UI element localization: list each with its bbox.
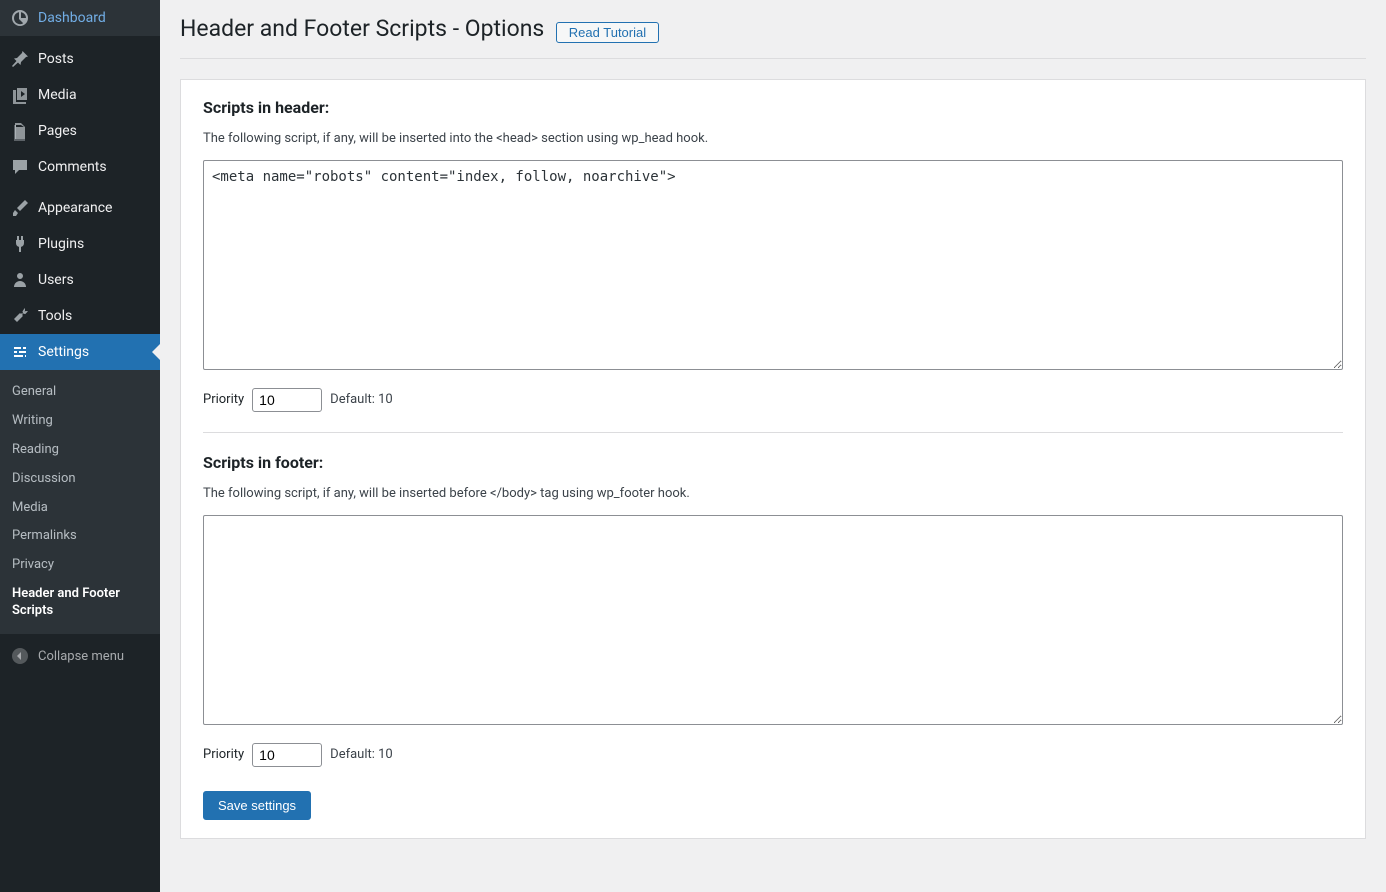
sidebar-item-media[interactable]: Media (0, 77, 160, 113)
submenu-item-writing[interactable]: Writing (0, 407, 160, 436)
sidebar-item-dashboard[interactable]: Dashboard (0, 0, 160, 36)
save-settings-button[interactable]: Save settings (203, 791, 311, 820)
footer-priority-default: Default: 10 (330, 747, 393, 762)
sidebar-item-label: Dashboard (38, 10, 106, 26)
submenu-item-permalinks[interactable]: Permalinks (0, 522, 160, 551)
sidebar-item-tools[interactable]: Tools (0, 298, 160, 334)
brush-icon (10, 198, 30, 218)
collapse-menu[interactable]: Collapse menu (0, 638, 160, 674)
header-scripts-heading: Scripts in header: (203, 98, 1343, 117)
pages-icon (10, 121, 30, 141)
sidebar-item-posts[interactable]: Posts (0, 41, 160, 77)
submenu-item-privacy[interactable]: Privacy (0, 551, 160, 580)
footer-priority-label: Priority (203, 747, 244, 762)
sidebar-item-settings[interactable]: Settings (0, 334, 160, 370)
page-title: Header and Footer Scripts - Options (180, 15, 544, 42)
sidebar-item-label: Plugins (38, 236, 84, 252)
submenu-item-media[interactable]: Media (0, 494, 160, 523)
plug-icon (10, 234, 30, 254)
sidebar-item-label: Comments (38, 159, 107, 175)
admin-sidebar: Dashboard Posts Media Pages Comments App… (0, 0, 160, 892)
submenu-item-discussion[interactable]: Discussion (0, 465, 160, 494)
sidebar-item-users[interactable]: Users (0, 262, 160, 298)
sidebar-item-comments[interactable]: Comments (0, 149, 160, 185)
settings-submenu: General Writing Reading Discussion Media… (0, 370, 160, 634)
sidebar-item-label: Users (38, 272, 74, 288)
settings-panel: Scripts in header: The following script,… (180, 79, 1366, 839)
submenu-item-reading[interactable]: Reading (0, 436, 160, 465)
sidebar-item-label: Appearance (38, 200, 112, 216)
sidebar-item-plugins[interactable]: Plugins (0, 226, 160, 262)
footer-priority-input[interactable] (252, 743, 322, 767)
sidebar-item-appearance[interactable]: Appearance (0, 190, 160, 226)
submenu-item-general[interactable]: General (0, 378, 160, 407)
submenu-item-header-footer-scripts[interactable]: Header and Footer Scripts (0, 580, 160, 626)
sidebar-item-pages[interactable]: Pages (0, 113, 160, 149)
footer-scripts-textarea[interactable] (203, 515, 1343, 725)
footer-scripts-description: The following script, if any, will be in… (203, 486, 1343, 501)
collapse-icon (10, 646, 30, 666)
main-content: Header and Footer Scripts - Options Read… (160, 0, 1386, 892)
pin-icon (10, 49, 30, 69)
collapse-menu-label: Collapse menu (38, 649, 124, 664)
header-priority-row: Priority Default: 10 (203, 388, 1343, 412)
header-priority-input[interactable] (252, 388, 322, 412)
header-scripts-description: The following script, if any, will be in… (203, 131, 1343, 146)
dashboard-icon (10, 8, 30, 28)
sidebar-item-label: Posts (38, 51, 74, 67)
page-header: Header and Footer Scripts - Options Read… (180, 0, 1366, 59)
read-tutorial-button[interactable]: Read Tutorial (556, 22, 659, 43)
wrench-icon (10, 306, 30, 326)
user-icon (10, 270, 30, 290)
comment-icon (10, 157, 30, 177)
section-divider (203, 432, 1343, 433)
footer-priority-row: Priority Default: 10 (203, 743, 1343, 767)
header-priority-label: Priority (203, 392, 244, 407)
media-icon (10, 85, 30, 105)
sidebar-item-label: Tools (38, 308, 72, 324)
footer-scripts-heading: Scripts in footer: (203, 453, 1343, 472)
header-priority-default: Default: 10 (330, 392, 393, 407)
sidebar-item-label: Pages (38, 123, 77, 139)
sidebar-item-label: Media (38, 87, 77, 103)
header-scripts-textarea[interactable] (203, 160, 1343, 370)
settings-icon (10, 342, 30, 362)
sidebar-item-label: Settings (38, 344, 89, 360)
